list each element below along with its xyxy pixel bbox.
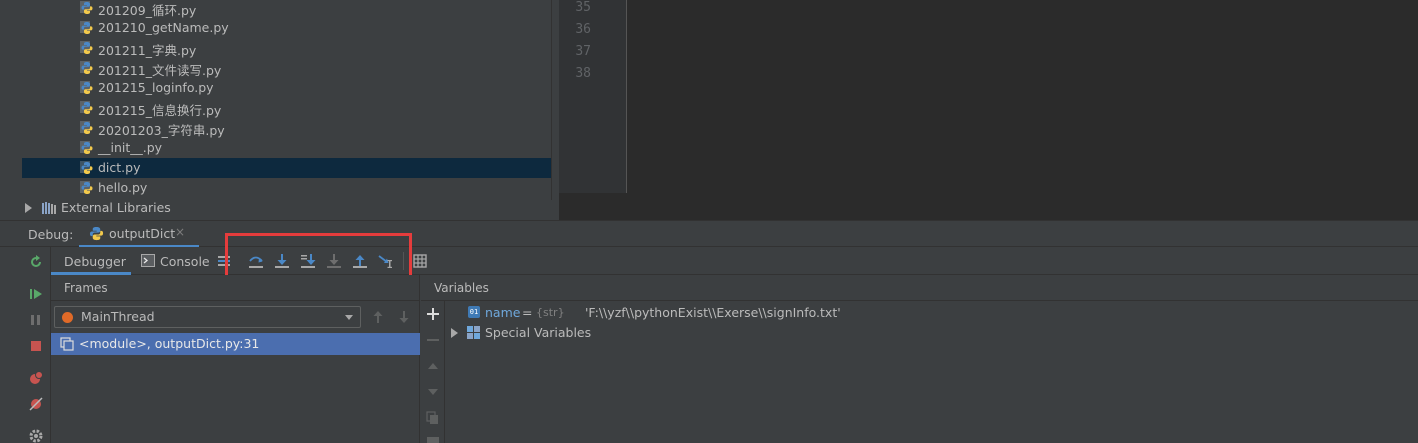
tab-console[interactable]: Console [135,247,210,275]
tab-run-configuration[interactable]: outputDict × [79,221,199,248]
editor-gutter: 35 36 37 38 [559,0,627,193]
variables-title: Variables [434,281,489,295]
arrow-up-icon[interactable] [371,309,385,325]
arrow-down-icon[interactable] [397,309,411,325]
settings-gear-icon[interactable] [27,427,45,443]
tree-item-file[interactable]: 201211_文件读写.py [22,58,559,78]
special-variables-row[interactable]: Special Variables [445,323,1415,343]
tree-item-file[interactable]: 201210_getName.py [22,18,559,38]
copy-icon[interactable] [426,411,440,425]
debug-title: Debug: [28,227,74,242]
python-file-icon [80,61,93,74]
close-icon[interactable]: × [175,225,185,239]
python-file-icon [80,1,93,14]
run-tab-label: outputDict [109,226,176,241]
pause-icon[interactable] [27,311,45,329]
chevron-down-icon [345,315,353,320]
move-up-icon[interactable] [426,359,440,373]
variables-toolbar [421,301,445,443]
file-name: 201210_getName.py [98,20,229,35]
resume-icon[interactable] [27,285,45,303]
tree-gutter [0,0,22,220]
stop-icon[interactable] [27,337,45,355]
line-number: 35 [575,0,591,15]
file-name: 201211_字典.py [98,43,197,58]
frame-list-item[interactable]: <module>, outputDict.py:31 [51,333,420,355]
python-file-icon [80,41,93,54]
glasses-icon[interactable] [426,435,440,443]
frame-label: <module>, outputDict.py:31 [79,336,260,351]
divider [421,300,1418,301]
variable-name: name [485,305,521,320]
python-file-icon [80,141,93,154]
file-name: __init__.py [98,140,163,155]
tab-debugger[interactable]: Debugger [51,247,131,275]
move-down-icon[interactable] [426,385,440,399]
expand-arrow-icon[interactable] [25,203,32,213]
console-icon [141,254,155,267]
python-file-icon [80,81,93,94]
tree-item-file[interactable]: hello.py [22,178,559,198]
variable-value: 'F:\\yzf\\pythonExist\\Exerse\\signInfo.… [585,305,841,320]
tab-console-label: Console [160,254,210,269]
file-name: 201209_循环.py [98,3,197,18]
frames-panel: Frames MainThread <module>, outputDict.p… [51,275,420,443]
string-var-icon: 01 [468,306,480,318]
tree-item-external-libraries[interactable]: External Libraries [22,198,559,218]
library-icon [42,202,56,214]
python-file-icon [80,101,93,114]
line-number: 36 [575,22,591,37]
python-file-icon [80,161,93,174]
rerun-icon[interactable] [27,253,45,271]
thread-label: MainThread [81,309,155,324]
expand-arrow-icon[interactable] [451,328,458,338]
tree-item-file[interactable]: 201209_循环.py [22,0,559,18]
debug-action-strip [22,247,51,443]
file-name: dict.py [98,160,141,175]
file-name: 201215_loginfo.py [98,80,214,95]
file-name: 201211_文件读写.py [98,63,222,78]
special-variables-icon [467,326,480,339]
tree-item-file[interactable]: __init__.py [22,138,559,158]
variable-equals: = [522,305,533,320]
variable-row[interactable]: 01 name = {str} 'F:\\yzf\\pythonExist\\E… [445,303,1415,323]
debug-tool-window-header: Debug: outputDict × [0,220,1418,248]
divider [51,300,420,301]
python-file-icon [80,21,93,34]
editor-empty-area [559,193,1418,220]
tree-item-file[interactable]: 201215_信息换行.py [22,98,559,118]
code-editor[interactable]: 35 36 37 38 [559,0,1418,220]
frames-title: Frames [64,281,108,295]
tree-item-file[interactable]: 201215_loginfo.py [22,78,559,98]
tree-item-file[interactable]: 201211_字典.py [22,38,559,58]
line-number: 38 [575,66,591,81]
tree-scrollbar[interactable] [551,0,559,200]
evaluate-expression-icon[interactable] [411,252,429,270]
thread-status-icon [62,312,73,323]
line-number: 37 [575,44,591,59]
python-file-icon [80,181,93,194]
thread-dropdown[interactable]: MainThread [54,306,361,328]
external-libraries-label: External Libraries [61,200,171,215]
view-breakpoints-icon[interactable] [27,369,45,387]
frame-icon [60,337,74,351]
file-name: 20201203_字符串.py [98,123,225,138]
variable-type: {str} [536,306,565,319]
variables-panel: Variables 01 name = {str} 'F:\\yzf\\pyth… [421,275,1418,443]
tab-debugger-label: Debugger [64,254,126,269]
file-name: 201215_信息换行.py [98,103,222,118]
mute-breakpoints-icon[interactable] [27,395,45,413]
special-variables-label: Special Variables [485,325,592,340]
python-file-icon [80,121,93,134]
file-name: hello.py [98,180,148,195]
remove-watch-icon[interactable] [426,333,440,347]
python-icon [89,226,104,241]
tree-item-file[interactable]: dict.py [22,158,559,178]
tree-item-file[interactable]: 20201203_字符串.py [22,118,559,138]
add-watch-icon[interactable] [426,307,440,321]
project-tree: 201209_循环.py 201210_getName.py 201211_字典.p… [0,0,559,220]
